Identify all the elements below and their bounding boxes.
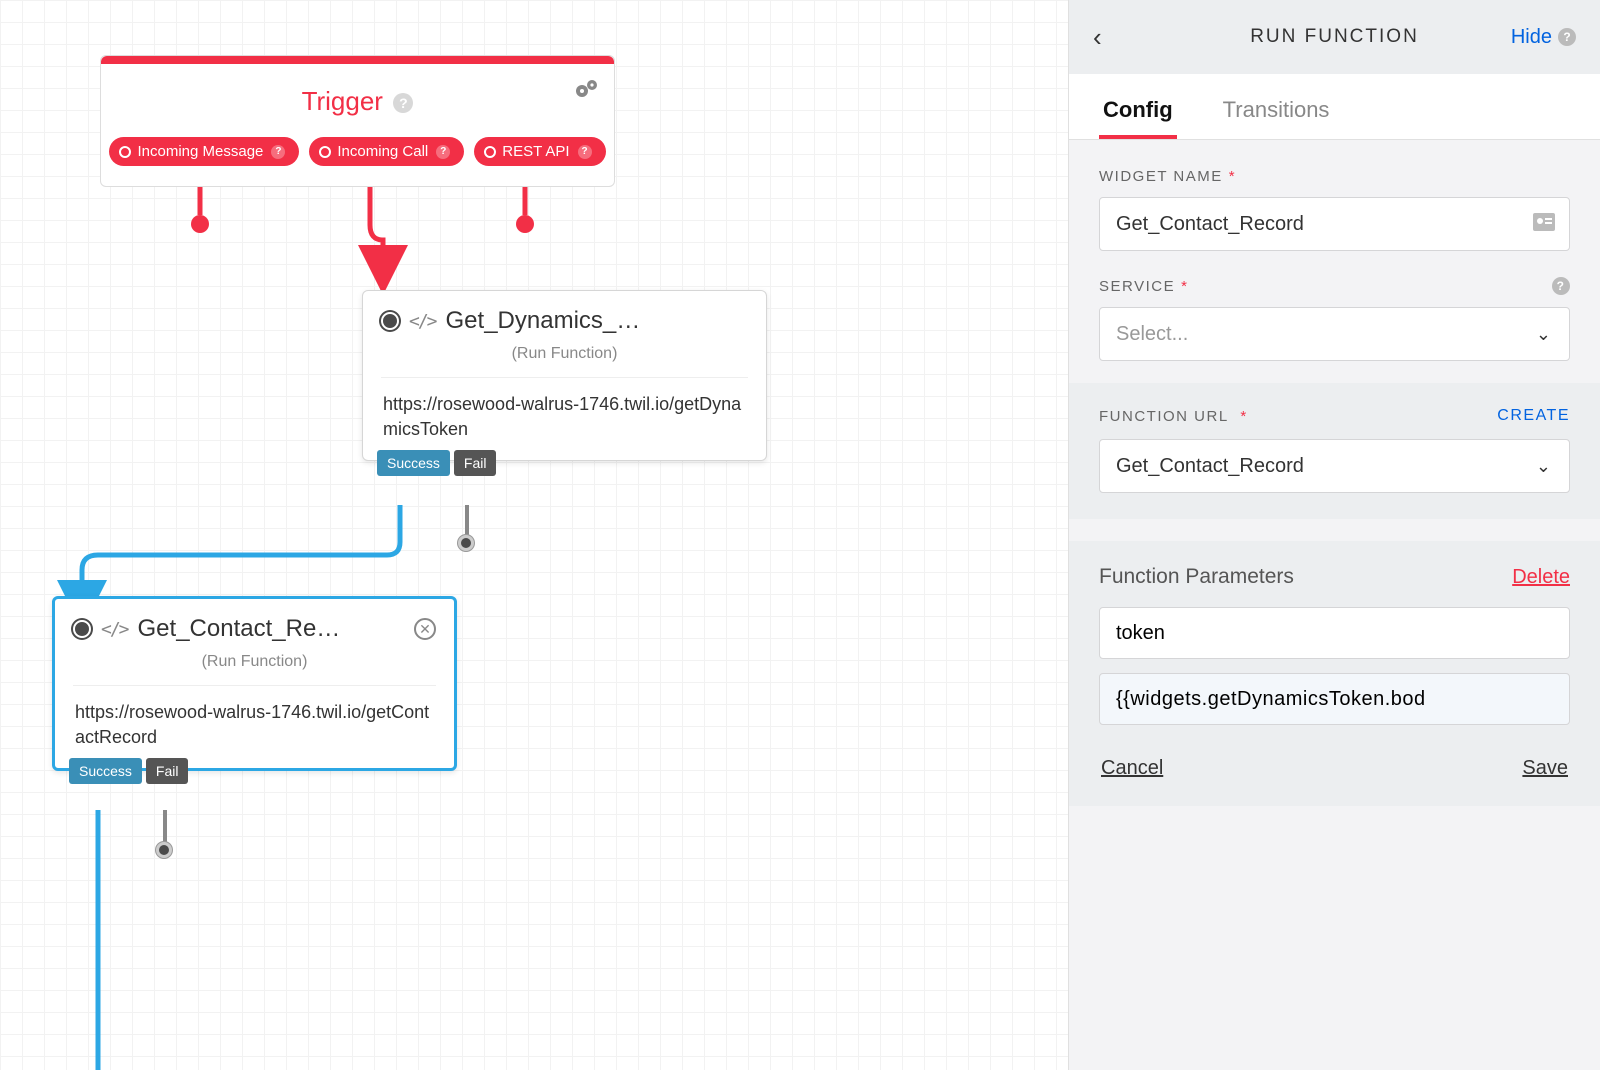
input-port-icon[interactable] (381, 312, 399, 330)
help-icon[interactable]: ? (1552, 277, 1570, 295)
widget-get-dynamics[interactable]: </> Get_Dynamics_… (Run Function) https:… (362, 290, 767, 461)
collapse-panel-button[interactable]: « (1068, 118, 1069, 168)
help-icon[interactable]: ? (393, 93, 413, 113)
endpoint-icon[interactable] (458, 535, 474, 551)
chevron-down-icon: ⌄ (1536, 456, 1551, 477)
input-port-icon[interactable] (73, 620, 91, 638)
select-placeholder: Select... (1116, 323, 1188, 346)
widget-title: Get_Contact_Re… (138, 615, 404, 643)
create-link[interactable]: CREATE (1497, 407, 1570, 425)
widget-url: https://rosewood-walrus-1746.twil.io/get… (55, 686, 454, 768)
port-icon (119, 146, 131, 158)
tab-transitions[interactable]: Transitions (1219, 97, 1334, 139)
panel-tabs: Config Transitions (1069, 74, 1600, 140)
widget-subtitle: (Run Function) (363, 341, 766, 377)
widget-title: Get_Dynamics_… (446, 307, 748, 335)
trigger-accent-bar (101, 56, 614, 64)
params-title: Function Parameters (1099, 565, 1294, 589)
gear-icon[interactable] (574, 78, 600, 106)
chip-label: Incoming Message (137, 143, 263, 160)
label-text: WIDGET NAME (1099, 168, 1223, 185)
help-icon: ? (436, 145, 450, 159)
widget-subtitle: (Run Function) (55, 649, 454, 685)
cancel-link[interactable]: Cancel (1101, 757, 1163, 780)
service-label: SERVICE* ? (1099, 277, 1570, 295)
panel-header: ‹ RUN FUNCTION Hide ? (1069, 0, 1600, 74)
port-icon (484, 146, 496, 158)
label-text: SERVICE (1099, 278, 1175, 295)
widget-get-contact[interactable]: </> Get_Contact_Re… ✕ (Run Function) htt… (52, 596, 457, 771)
chip-label: REST API (502, 143, 569, 160)
output-success[interactable]: Success (69, 758, 142, 784)
input-value: Get_Contact_Record (1116, 213, 1304, 236)
widget-name-label: WIDGET NAME* (1099, 168, 1570, 185)
widget-name-input[interactable]: Get_Contact_Record (1099, 197, 1570, 251)
tab-config[interactable]: Config (1099, 97, 1177, 139)
close-icon[interactable]: ✕ (414, 618, 436, 640)
select-value: Get_Contact_Record (1116, 455, 1304, 478)
port-icon (319, 146, 331, 158)
chevron-down-icon: ⌄ (1536, 324, 1551, 345)
trigger-chip-incoming-call[interactable]: Incoming Call ? (309, 137, 464, 166)
endpoint-icon[interactable] (516, 215, 534, 233)
input-value: {{widgets.getDynamicsToken.bod (1116, 688, 1426, 711)
code-icon: </> (409, 311, 436, 332)
param-value-input[interactable]: {{widgets.getDynamicsToken.bod (1099, 673, 1570, 725)
endpoint-icon[interactable] (191, 215, 209, 233)
flow-canvas[interactable]: Trigger ? Incoming Message ? Incoming Ca… (0, 0, 1068, 1070)
trigger-chip-rest-api[interactable]: REST API ? (474, 137, 605, 166)
save-link[interactable]: Save (1522, 757, 1568, 780)
output-success[interactable]: Success (377, 450, 450, 476)
function-url-label: FUNCTION URL * (1099, 408, 1248, 425)
service-select[interactable]: Select... ⌄ (1099, 307, 1570, 361)
label-text: FUNCTION URL (1099, 408, 1229, 425)
help-icon: ? (578, 145, 592, 159)
param-key-input[interactable]: token (1099, 607, 1570, 659)
delete-link[interactable]: Delete (1512, 566, 1570, 589)
inspector-panel: « ‹ RUN FUNCTION Hide ? Config Transitio… (1068, 0, 1600, 1070)
output-fail[interactable]: Fail (454, 450, 497, 476)
widget-url: https://rosewood-walrus-1746.twil.io/get… (363, 378, 766, 460)
function-url-section: FUNCTION URL * CREATE Get_Contact_Record… (1069, 383, 1600, 519)
trigger-node[interactable]: Trigger ? Incoming Message ? Incoming Ca… (100, 55, 615, 187)
chip-label: Incoming Call (337, 143, 428, 160)
id-card-icon (1533, 211, 1555, 237)
output-fail[interactable]: Fail (146, 758, 189, 784)
endpoint-icon[interactable] (156, 842, 172, 858)
function-params-section: Function Parameters Delete token {{widge… (1069, 541, 1600, 806)
function-url-select[interactable]: Get_Contact_Record ⌄ (1099, 439, 1570, 493)
trigger-chip-incoming-message[interactable]: Incoming Message ? (109, 137, 299, 166)
input-value: token (1116, 622, 1165, 645)
trigger-title: Trigger (302, 86, 383, 117)
panel-title: RUN FUNCTION (1069, 26, 1600, 48)
code-icon: </> (101, 619, 128, 640)
help-icon: ? (271, 145, 285, 159)
panel-body: WIDGET NAME* Get_Contact_Record SERVICE*… (1069, 140, 1600, 1070)
